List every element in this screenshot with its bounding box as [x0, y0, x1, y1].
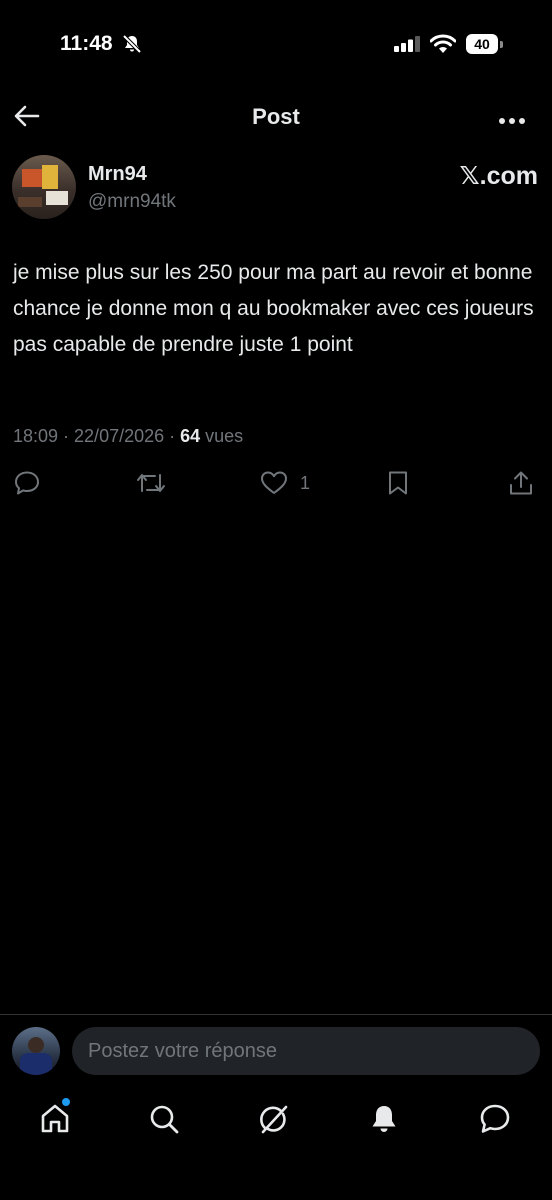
battery-indicator: 40 — [466, 34, 498, 54]
bookmark-button[interactable] — [386, 470, 410, 496]
author-avatar[interactable] — [12, 155, 76, 219]
message-icon — [480, 1104, 510, 1133]
top-nav: Post — [0, 90, 552, 142]
bookmark-icon — [389, 471, 407, 495]
post-author[interactable]: Mrn94 @mrn94tk 𝕏.com — [12, 155, 540, 221]
post-meta: 18:09 · 22/07/2026 · 64 vues — [13, 426, 243, 447]
repost-icon — [137, 474, 165, 492]
current-user-avatar[interactable] — [12, 1027, 60, 1075]
tab-messages[interactable] — [478, 1102, 514, 1138]
repost-button[interactable] — [135, 470, 167, 496]
author-handle[interactable]: @mrn94tk — [88, 191, 176, 213]
post-text: je mise plus sur les 250 pour ma part au… — [13, 261, 534, 356]
share-button[interactable] — [508, 470, 534, 496]
tab-grok[interactable] — [257, 1102, 293, 1138]
reply-composer: Postez votre réponse — [0, 1014, 552, 1089]
views-count[interactable]: 64 — [180, 426, 200, 446]
post-screen: 11:48 40 Post Mrn94 @mrn94tk 𝕏.com je mi… — [0, 0, 552, 1200]
post-actions: 1 — [0, 470, 552, 502]
cellular-signal-icon — [394, 36, 422, 57]
reply-button[interactable] — [14, 470, 40, 496]
battery-tip — [500, 41, 503, 48]
reply-input[interactable]: Postez votre réponse — [72, 1027, 540, 1075]
page-title: Post — [252, 104, 300, 129]
bell-icon — [372, 1106, 396, 1132]
notification-dot — [62, 1098, 70, 1106]
x-watermark: 𝕏.com — [459, 162, 539, 190]
slash-circle-icon — [260, 1105, 288, 1134]
search-icon — [150, 1105, 179, 1134]
like-button[interactable]: 1 — [260, 470, 310, 496]
share-icon — [510, 471, 532, 495]
author-display-name[interactable]: Mrn94 — [88, 163, 147, 186]
home-icon — [41, 1104, 69, 1133]
status-time: 11:48 — [60, 32, 113, 55]
tab-notifications[interactable] — [367, 1102, 403, 1138]
bottom-tab-bar — [0, 1092, 552, 1152]
post-timestamp: 18:09 · 22/07/2026 · — [13, 426, 181, 446]
speech-bubble-icon — [15, 471, 39, 495]
heart-icon — [261, 471, 287, 494]
wifi-icon — [429, 34, 457, 59]
tab-home[interactable] — [38, 1102, 74, 1138]
views-label: vues — [200, 426, 244, 446]
bell-off-icon — [122, 34, 142, 59]
more-horizontal-icon[interactable] — [498, 112, 526, 130]
status-bar: 11:48 40 — [0, 0, 552, 88]
likes-count: 1 — [300, 472, 311, 493]
tab-search[interactable] — [147, 1102, 183, 1138]
